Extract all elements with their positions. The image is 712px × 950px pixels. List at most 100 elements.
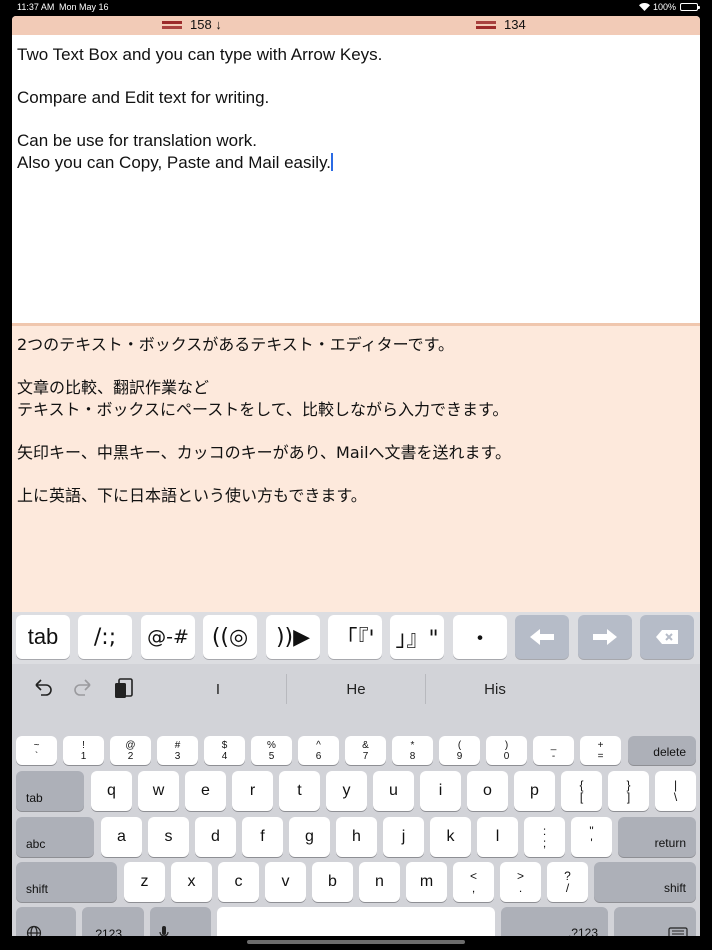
dictation-key[interactable] bbox=[150, 907, 211, 936]
top-text-box[interactable]: Two Text Box and you can type with Arrow… bbox=[12, 35, 700, 323]
letter-key[interactable]: a bbox=[101, 817, 142, 857]
hide-keyboard-key[interactable] bbox=[614, 907, 696, 936]
key[interactable]: @2 bbox=[110, 736, 151, 765]
symbol-key[interactable]: ? / bbox=[547, 862, 588, 902]
symbol-key[interactable]: :; bbox=[524, 817, 565, 857]
tab-key[interactable]: tab bbox=[16, 771, 84, 811]
close-bracket-key[interactable]: 」』" bbox=[390, 615, 444, 659]
letter-key[interactable]: d bbox=[195, 817, 236, 857]
left-arrow-key[interactable] bbox=[515, 615, 569, 659]
key[interactable]: _ - bbox=[533, 736, 574, 765]
bottom-line bbox=[17, 356, 695, 378]
delete-key[interactable]: delete bbox=[628, 736, 696, 765]
bottom-line: テキスト・ボックスにペーストをして、比較しながら入力できます。 bbox=[17, 399, 509, 419]
shift-key-label: shift bbox=[663, 881, 686, 895]
undo-icon[interactable] bbox=[31, 676, 55, 700]
key-top-char: $ bbox=[221, 739, 228, 751]
globe-key[interactable] bbox=[16, 907, 76, 936]
paste-icon[interactable] bbox=[112, 676, 136, 700]
suggestion-bar: I He His bbox=[12, 664, 700, 714]
key-bottom-char: 2 bbox=[127, 750, 134, 762]
suggestion-item[interactable]: His bbox=[435, 681, 555, 698]
middle-dot-key[interactable]: ・ bbox=[453, 615, 507, 659]
letter-key[interactable]: l bbox=[477, 817, 518, 857]
close-paren-key[interactable]: ))▶ bbox=[266, 615, 320, 659]
key[interactable]: % 5 bbox=[251, 736, 292, 765]
key-bottom-char: \ bbox=[673, 790, 678, 804]
key[interactable]: ) 0 bbox=[486, 736, 527, 765]
bottom-text-box[interactable]: 2つのテキスト・ボックスがあるテキスト・エディターです。 文章の比較、翻訳作業な… bbox=[12, 326, 700, 612]
symbol-key[interactable]: {[ bbox=[561, 771, 602, 811]
key[interactable]: ^ 6 bbox=[298, 736, 339, 765]
letter-key[interactable]: r bbox=[232, 771, 273, 811]
letter-key[interactable]: t bbox=[279, 771, 320, 811]
letter-key[interactable]: n bbox=[359, 862, 400, 902]
letter-key[interactable]: v bbox=[265, 862, 306, 902]
letter-key[interactable]: q bbox=[91, 771, 132, 811]
home-indicator[interactable] bbox=[247, 940, 465, 944]
symbol-key[interactable]: <, bbox=[453, 862, 494, 902]
key-bottom-char: 5 bbox=[268, 750, 275, 762]
letter-key[interactable]: z bbox=[124, 862, 165, 902]
letter-key[interactable]: h bbox=[336, 817, 377, 857]
letter-key[interactable]: x bbox=[171, 862, 212, 902]
letter-key[interactable]: c bbox=[218, 862, 259, 902]
key[interactable]: + = bbox=[580, 736, 621, 765]
at-dash-hash-key[interactable]: @-# bbox=[141, 615, 195, 659]
open-paren-key[interactable]: ((◎ bbox=[203, 615, 257, 659]
right-shift-key[interactable]: shift bbox=[594, 862, 696, 902]
key-bottom-char: ; bbox=[542, 836, 547, 850]
symbol-key[interactable]: >. bbox=[500, 862, 541, 902]
symbol-key[interactable]: }] bbox=[608, 771, 649, 811]
abc-key[interactable]: abc bbox=[16, 817, 94, 857]
suggestion-item[interactable]: I bbox=[158, 681, 278, 698]
key[interactable]: #3 bbox=[157, 736, 198, 765]
letter-key[interactable]: e bbox=[185, 771, 226, 811]
right-arrow-key[interactable] bbox=[578, 615, 632, 659]
open-bracket-key[interactable]: 「『' bbox=[328, 615, 382, 659]
key[interactable]: $4 bbox=[204, 736, 245, 765]
text-caret bbox=[331, 152, 334, 171]
return-key[interactable]: return bbox=[618, 817, 696, 857]
letter-key[interactable]: j bbox=[383, 817, 424, 857]
top-line-last: Also you can Copy, Paste and Mail easily… bbox=[17, 152, 695, 174]
key-bottom-char: . bbox=[518, 881, 523, 895]
tab-accessory-key[interactable]: tab bbox=[16, 615, 70, 659]
numeric-key-right[interactable]: .?123 bbox=[501, 907, 608, 936]
left-shift-key[interactable]: shift bbox=[16, 862, 117, 902]
battery-icon bbox=[680, 3, 700, 11]
letter-key[interactable]: p bbox=[514, 771, 555, 811]
backspace-key[interactable] bbox=[640, 615, 694, 659]
space-key[interactable] bbox=[217, 907, 495, 936]
letter-key[interactable]: k bbox=[430, 817, 471, 857]
letter-key[interactable]: s bbox=[148, 817, 189, 857]
microphone-icon bbox=[159, 926, 169, 936]
letter-key[interactable]: u bbox=[373, 771, 414, 811]
letter-key[interactable]: w bbox=[138, 771, 179, 811]
top-box-counter[interactable]: 158 ↓ bbox=[162, 17, 222, 32]
key[interactable]: ! 1 bbox=[63, 736, 104, 765]
slash-colon-key[interactable]: /:; bbox=[78, 615, 132, 659]
numeric-key-left[interactable]: .?123 bbox=[82, 907, 144, 936]
key[interactable]: * 8 bbox=[392, 736, 433, 765]
letter-key[interactable]: m bbox=[406, 862, 447, 902]
letter-key[interactable]: g bbox=[289, 817, 330, 857]
symbol-key[interactable]: " ' bbox=[571, 817, 612, 857]
letter-key[interactable]: b bbox=[312, 862, 353, 902]
return-key-label: return bbox=[654, 836, 686, 850]
suggestion-item[interactable]: He bbox=[296, 681, 416, 698]
key-top-char: & bbox=[362, 739, 369, 751]
right-arrow-icon bbox=[593, 629, 617, 645]
bottom-box-counter[interactable]: 134 bbox=[476, 17, 526, 32]
key[interactable]: ~ ` bbox=[16, 736, 57, 765]
key[interactable]: & 7 bbox=[345, 736, 386, 765]
key-bottom-char: 7 bbox=[362, 750, 369, 762]
letter-key[interactable]: o bbox=[467, 771, 508, 811]
letter-key[interactable]: i bbox=[420, 771, 461, 811]
letter-key[interactable]: y bbox=[326, 771, 367, 811]
key-top-char: + bbox=[597, 739, 604, 751]
symbol-key[interactable]: | \ bbox=[655, 771, 696, 811]
redo-icon[interactable] bbox=[71, 676, 95, 700]
key[interactable]: (9 bbox=[439, 736, 480, 765]
letter-key[interactable]: f bbox=[242, 817, 283, 857]
